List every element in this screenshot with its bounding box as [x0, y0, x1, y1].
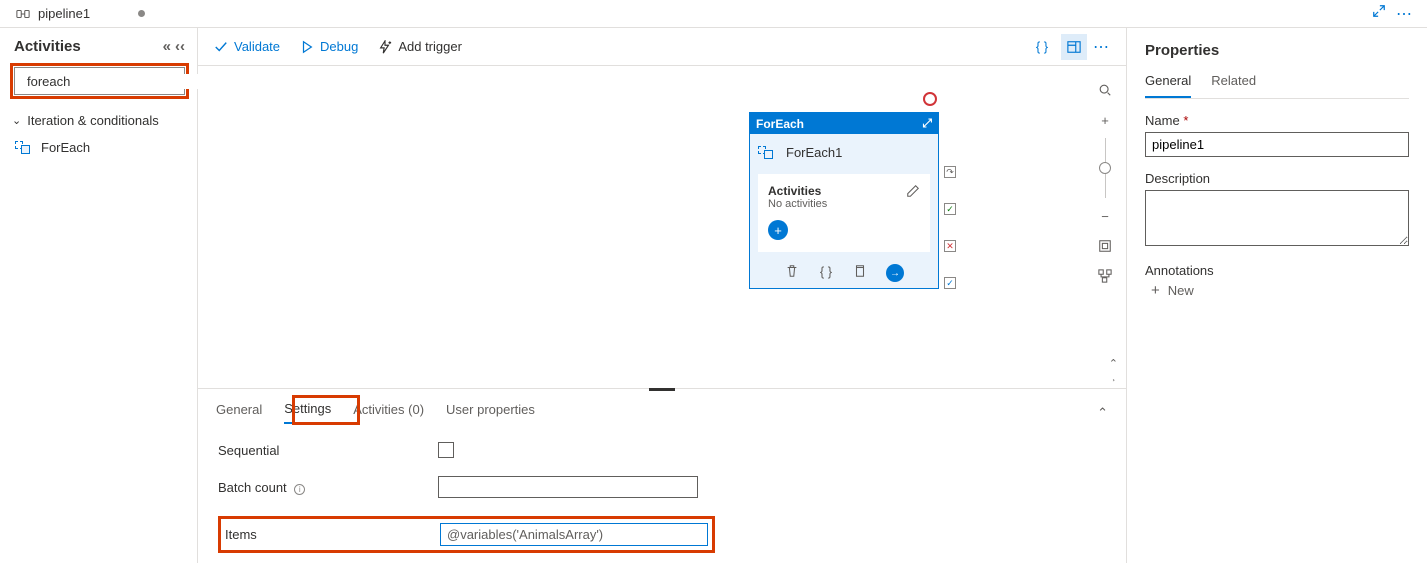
node-no-activities: No activities: [768, 198, 827, 210]
pipeline-tab-label: pipeline1: [38, 6, 90, 21]
annotations-label: Annotations: [1145, 263, 1409, 278]
tab-general[interactable]: General: [216, 402, 262, 423]
tab-settings[interactable]: Settings: [284, 401, 331, 424]
more-toolbar-icon[interactable]: ⋯: [1093, 37, 1110, 57]
activities-search[interactable]: [14, 67, 185, 95]
activity-foreach[interactable]: ForEach: [10, 132, 189, 162]
foreach-activity-node[interactable]: ForEach ⤢ ForEach1 Activities No activit…: [749, 112, 939, 289]
chevron-down-icon: ⌄: [12, 114, 21, 127]
title-bar: pipeline1 ⋯: [0, 0, 1427, 28]
node-type-label: ForEach: [756, 117, 804, 131]
activity-settings-panel: General Settings Activities (0) User pro…: [198, 388, 1126, 563]
batchcount-label: Batch count i: [218, 480, 438, 495]
trigger-icon: [378, 40, 392, 54]
layout-icon: [1098, 269, 1112, 283]
zoom-search-button[interactable]: [1091, 76, 1119, 104]
node-connectors: ↷ ✓ ✕ ✓: [943, 166, 957, 289]
alert-indicator-icon: [923, 92, 937, 106]
fit-icon: [1098, 239, 1112, 253]
zoom-slider[interactable]: [1105, 138, 1106, 198]
properties-panel: Properties General Related Name * Descri…: [1127, 28, 1427, 563]
expand-window-icon[interactable]: [1372, 4, 1386, 18]
activities-sidebar: Activities « ‹‹ ⌄ Iteration & conditiona…: [0, 28, 198, 563]
play-icon: [300, 40, 314, 54]
batchcount-input[interactable]: [438, 476, 698, 498]
pipeline-icon: [16, 7, 30, 21]
canvas-collapse-icon[interactable]: ⌃ ˲: [1109, 357, 1118, 382]
highlight-search: [10, 63, 189, 99]
foreach-icon: [15, 139, 33, 155]
pipeline-name-input[interactable]: [1145, 132, 1409, 157]
description-label: Description: [1145, 171, 1409, 186]
more-icon[interactable]: ⋯: [1396, 4, 1413, 24]
sidebar-heading: Activities: [14, 38, 81, 55]
delete-icon[interactable]: [784, 264, 800, 282]
search-icon: [1098, 83, 1112, 97]
code-view-button[interactable]: { }: [1029, 34, 1055, 60]
sequential-label: Sequential: [218, 443, 438, 458]
prop-tab-general[interactable]: General: [1145, 73, 1191, 98]
tab-userprops[interactable]: User properties: [446, 402, 535, 423]
expand-all-icon[interactable]: «: [163, 38, 171, 55]
add-activity-button[interactable]: +: [768, 220, 788, 240]
properties-pane-button[interactable]: [1061, 34, 1087, 60]
validate-button[interactable]: Validate: [214, 39, 280, 54]
items-label: Items: [225, 527, 440, 542]
on-skip-icon[interactable]: ↷: [944, 166, 956, 178]
node-activities-label: Activities: [768, 184, 827, 198]
group-iteration[interactable]: ⌄ Iteration & conditionals: [10, 109, 189, 132]
foreach-icon: [758, 144, 776, 160]
collapse-sidebar-icon[interactable]: ‹‹: [175, 38, 185, 55]
on-success-icon[interactable]: ✓: [944, 203, 956, 215]
debug-button[interactable]: Debug: [300, 39, 358, 54]
highlight-items-row: Items: [218, 516, 715, 553]
layout-button[interactable]: [1091, 262, 1119, 290]
zoom-out-button[interactable]: −: [1091, 202, 1119, 230]
add-trigger-button[interactable]: Add trigger: [378, 39, 462, 54]
canvas-toolbar: Validate Debug Add trigger { }: [198, 28, 1126, 66]
check-icon: [214, 40, 228, 54]
add-annotation-button[interactable]: + New: [1145, 282, 1409, 299]
pipeline-tab[interactable]: pipeline1: [6, 6, 155, 21]
copy-icon[interactable]: [852, 264, 868, 282]
code-icon[interactable]: { }: [818, 264, 834, 282]
sequential-checkbox[interactable]: [438, 442, 454, 458]
collapse-panel-icon[interactable]: ⌃: [1097, 405, 1108, 421]
dirty-indicator-icon: [138, 10, 145, 17]
panel-icon: [1067, 40, 1081, 54]
node-name: ForEach1: [786, 145, 842, 160]
plus-icon: +: [1151, 282, 1160, 299]
info-icon[interactable]: i: [294, 484, 305, 495]
minimize-icon[interactable]: ⤢: [922, 116, 932, 131]
on-complete-icon[interactable]: ✓: [944, 277, 956, 289]
on-fail-icon[interactable]: ✕: [944, 240, 956, 252]
items-input[interactable]: [440, 523, 708, 546]
name-label: Name *: [1145, 113, 1409, 128]
description-textarea[interactable]: [1145, 190, 1409, 246]
fit-screen-button[interactable]: [1091, 232, 1119, 260]
tab-activities[interactable]: Activities (0): [353, 402, 424, 423]
edit-icon[interactable]: [906, 184, 920, 198]
prop-tab-related[interactable]: Related: [1211, 73, 1256, 98]
open-node-button[interactable]: →: [886, 264, 904, 282]
search-input[interactable]: [27, 74, 203, 89]
properties-title: Properties: [1145, 42, 1409, 59]
zoom-in-button[interactable]: +: [1091, 106, 1119, 134]
canvas-zoom-rail: + −: [1090, 76, 1120, 290]
pipeline-canvas[interactable]: ForEach ⤢ ForEach1 Activities No activit…: [198, 66, 1126, 388]
